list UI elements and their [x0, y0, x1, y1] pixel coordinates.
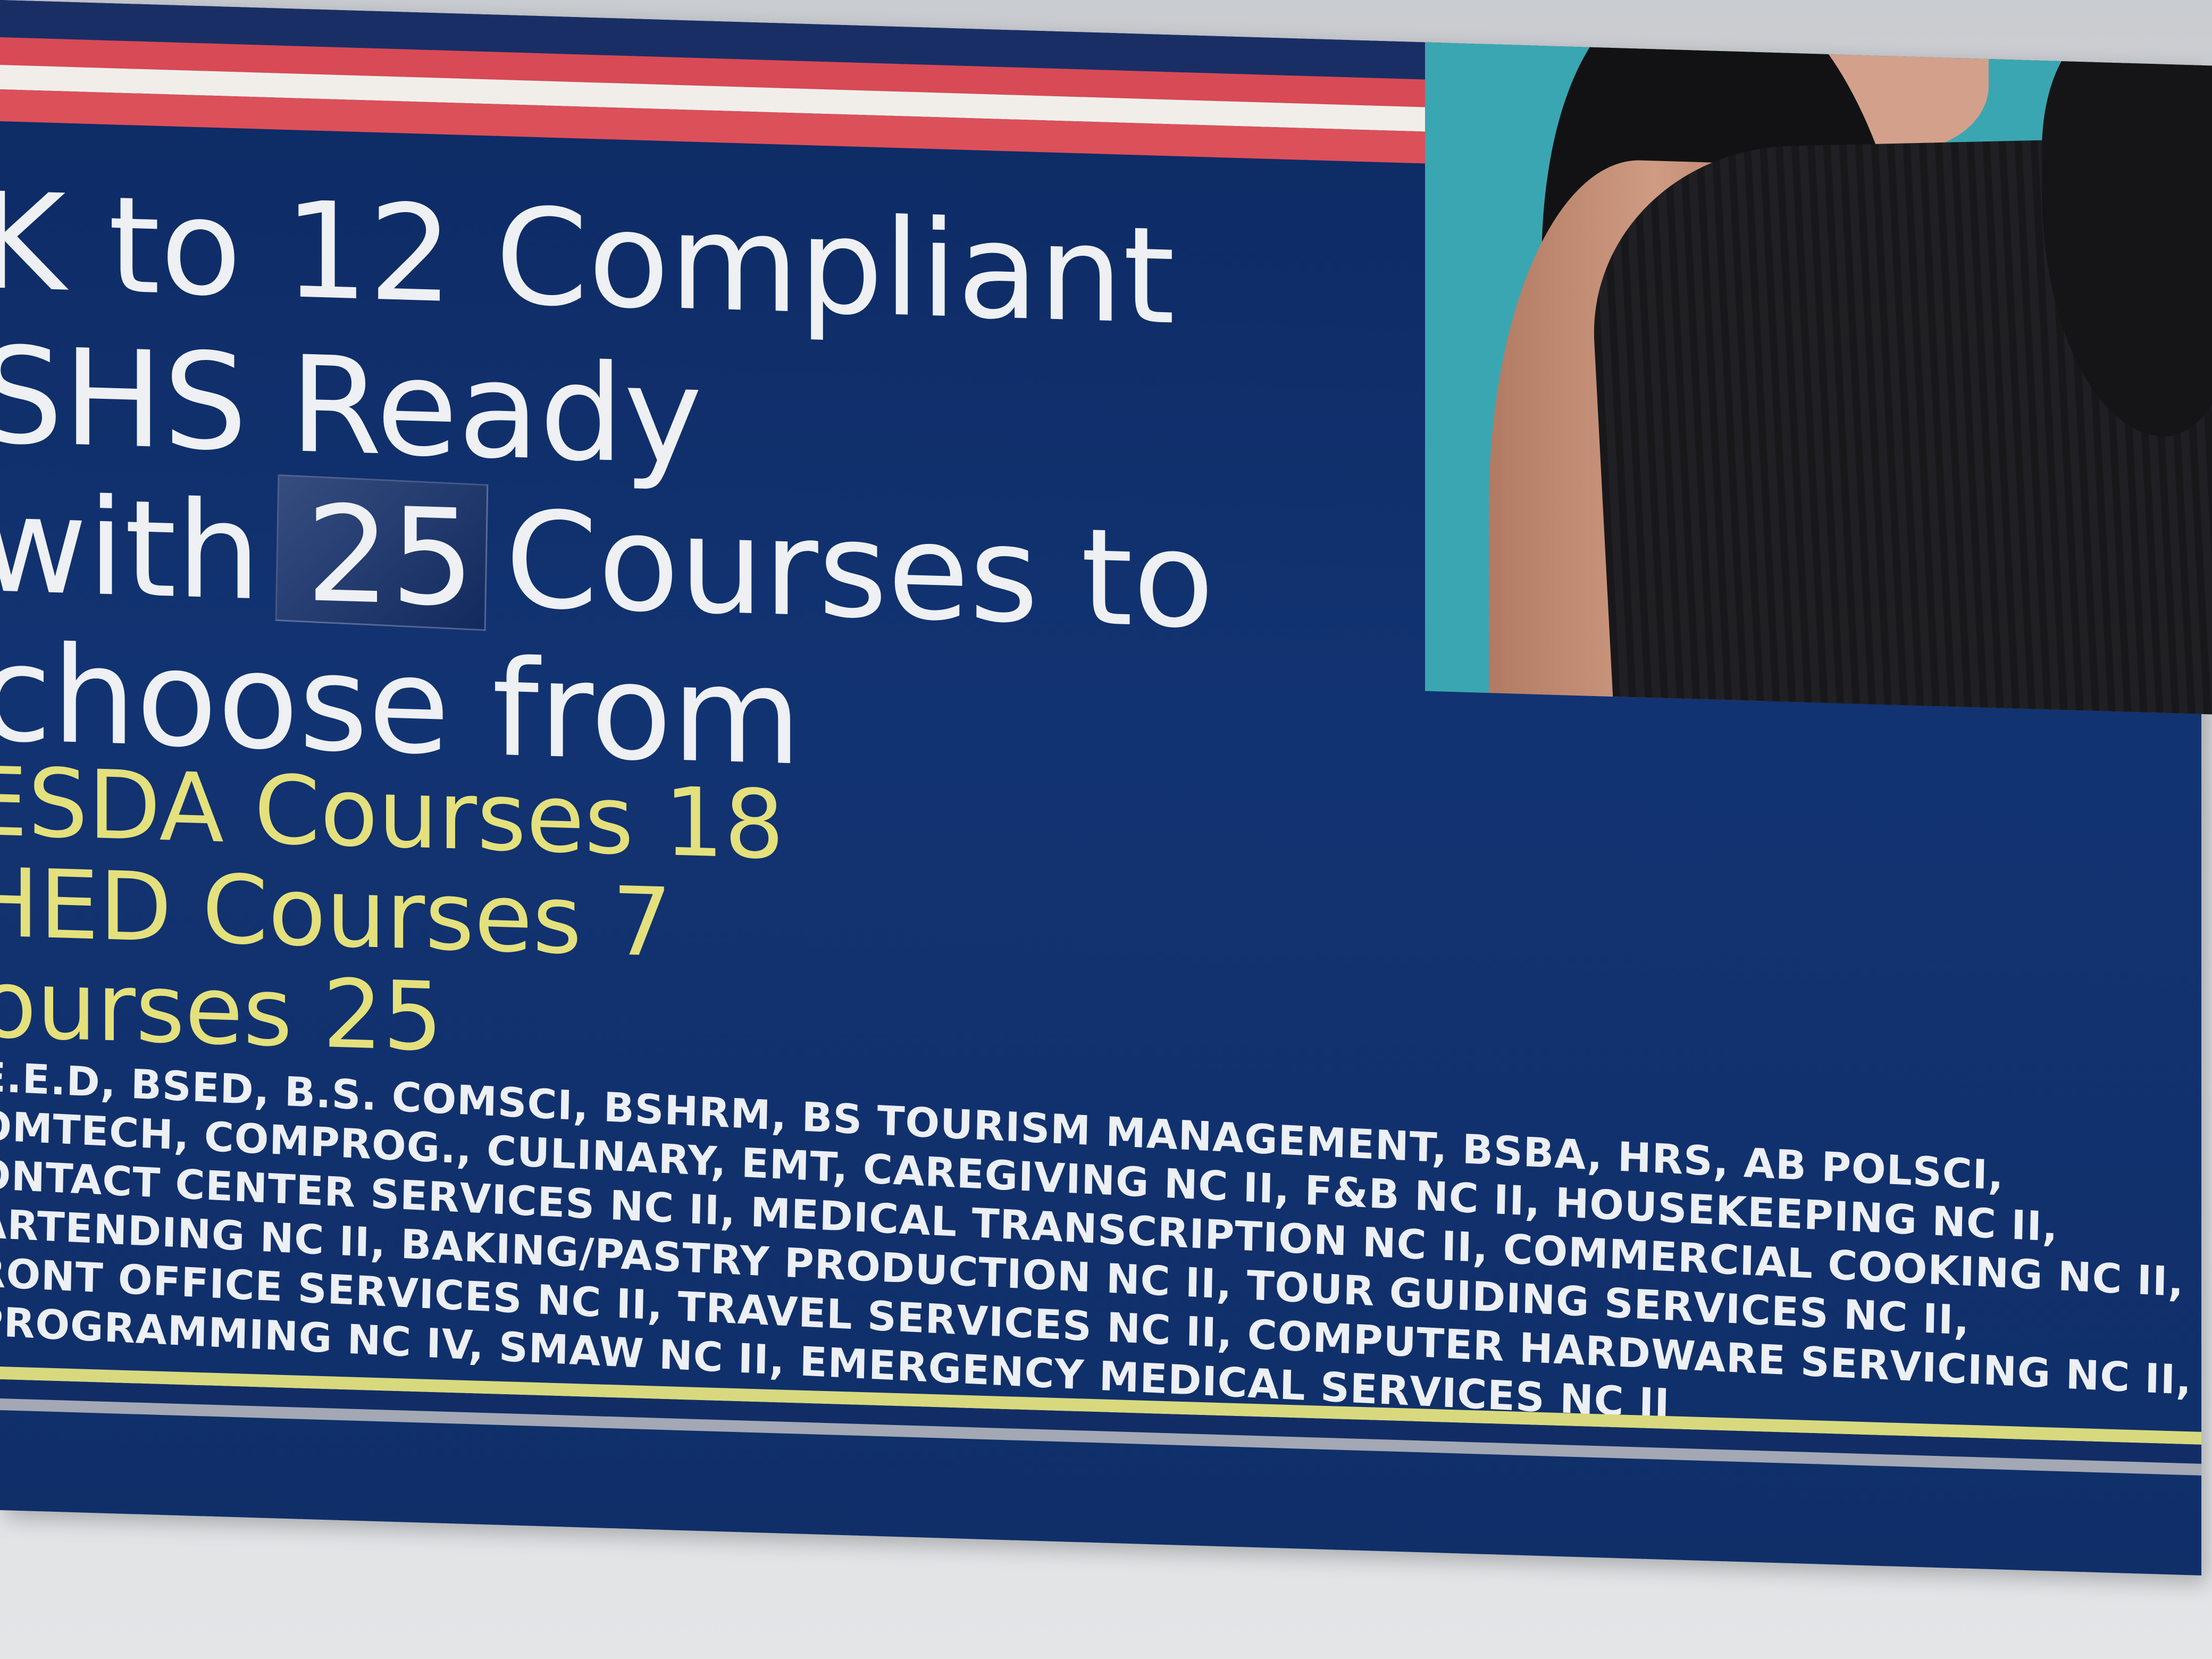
headline-count: 25: [306, 476, 475, 636]
tally-total-courses: ourses 25: [0, 948, 443, 1073]
headline-shs-ready: SHS Ready: [0, 317, 702, 495]
headline-courses-to: Courses to: [505, 482, 1214, 658]
scene: K to 12 Compliant SHS Ready with 25 Cour…: [0, 0, 2212, 1659]
school-poster: K to 12 Compliant SHS Ready with 25 Cour…: [0, 0, 2212, 1576]
headline-with: with: [0, 466, 261, 630]
model-photo: [1425, 42, 2212, 715]
headline-k-to-12: K to 12 Compliant: [0, 163, 1175, 354]
